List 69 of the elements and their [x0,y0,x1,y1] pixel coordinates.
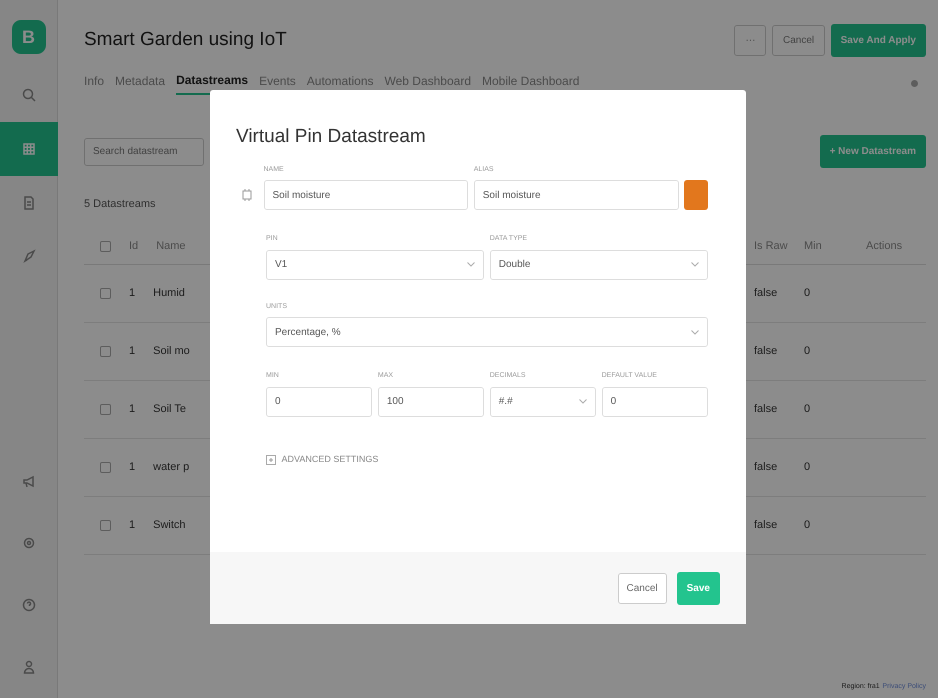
checkbox[interactable] [100,404,111,414]
tab[interactable]: Web Dashboard [384,72,471,94]
table-cell-text: false [754,460,778,475]
input-field[interactable]: 0 [266,386,372,417]
checkbox[interactable] [100,462,111,472]
table-cell-text: false [754,518,778,533]
select-field[interactable]: Percentage, % [266,317,708,348]
cancel-button[interactable]: Cancel [772,25,826,56]
table-cell-text: 0 [804,518,810,533]
table-cell-text: false [754,402,778,417]
caret-icon [579,399,588,404]
checkbox[interactable] [100,240,111,252]
caret-icon [691,330,699,335]
table-cell-text: Humid [153,286,185,301]
table-cell-text: false [754,286,778,301]
logo[interactable]: B [12,20,46,54]
column-header: Min [804,238,823,254]
select-field[interactable]: #.# [490,386,596,417]
table-cell-text: 1 [129,402,136,417]
tab[interactable]: Info [84,72,104,94]
table-cell-text: Soil mo [153,344,190,359]
table-cell-text: false [754,344,778,359]
input-field[interactable]: 0 [602,386,708,417]
megaphone-icon[interactable] [20,473,36,489]
color-picker-button[interactable] [684,180,708,210]
grid-icon [20,141,36,157]
help-icon[interactable] [20,597,36,613]
checkbox[interactable] [100,520,111,530]
tab[interactable]: Mobile Dashboard [482,72,580,94]
new-datastream-button[interactable]: + New Datastream [820,135,926,168]
checkbox[interactable] [100,346,111,356]
table-cell-text: 0 [804,402,810,417]
tab[interactable]: Metadata [115,72,166,94]
table-cell-text: water p [153,460,190,475]
checkbox[interactable] [100,288,111,298]
select-field[interactable]: Double [490,250,708,280]
more-button[interactable]: ··· [734,25,766,56]
tab[interactable]: Events [259,72,296,94]
caret-icon [467,262,476,268]
status-dot [911,80,918,86]
search-icon [20,87,36,103]
table-cell-text: 0 [804,460,810,475]
table-cell-text: 1 [129,344,136,359]
caret-icon [691,262,699,268]
page-title: Smart Garden using IoT [84,28,287,52]
input-field[interactable]: Soil moisture [474,180,678,210]
table-cell-text: 1 [129,518,136,533]
table-cell-text: 1 [129,460,136,475]
save-and-apply-button[interactable]: Save And Apply [830,24,926,57]
column-header: Id [129,238,138,254]
column-header: Actions [866,238,904,254]
tab[interactable]: Automations [306,72,374,94]
table-cell-text: 0 [804,344,810,359]
modal-title: Virtual Pin Datastream [236,126,427,149]
search-field[interactable]: Search datastream [84,138,204,166]
column-header: Is Raw [754,238,789,254]
cancel-button[interactable]: Cancel [618,572,667,604]
column-header: Name [156,238,186,254]
datastream-count: 5 Datastreams [84,197,157,212]
table-cell-text: 1 [129,286,136,301]
table-cell-text: 0 [804,286,810,301]
sidebar-item[interactable] [0,122,58,176]
save-button[interactable]: Save [676,572,720,604]
input-field[interactable]: Soil moisture [264,180,468,210]
table-cell-text: Switch [153,518,186,533]
select-field[interactable]: V1 [266,250,484,280]
advanced-settings-toggle[interactable]: ADVANCED SETTINGS [266,452,378,466]
table-cell-text: Soil Te [153,402,186,417]
input-field[interactable]: 100 [378,386,484,417]
